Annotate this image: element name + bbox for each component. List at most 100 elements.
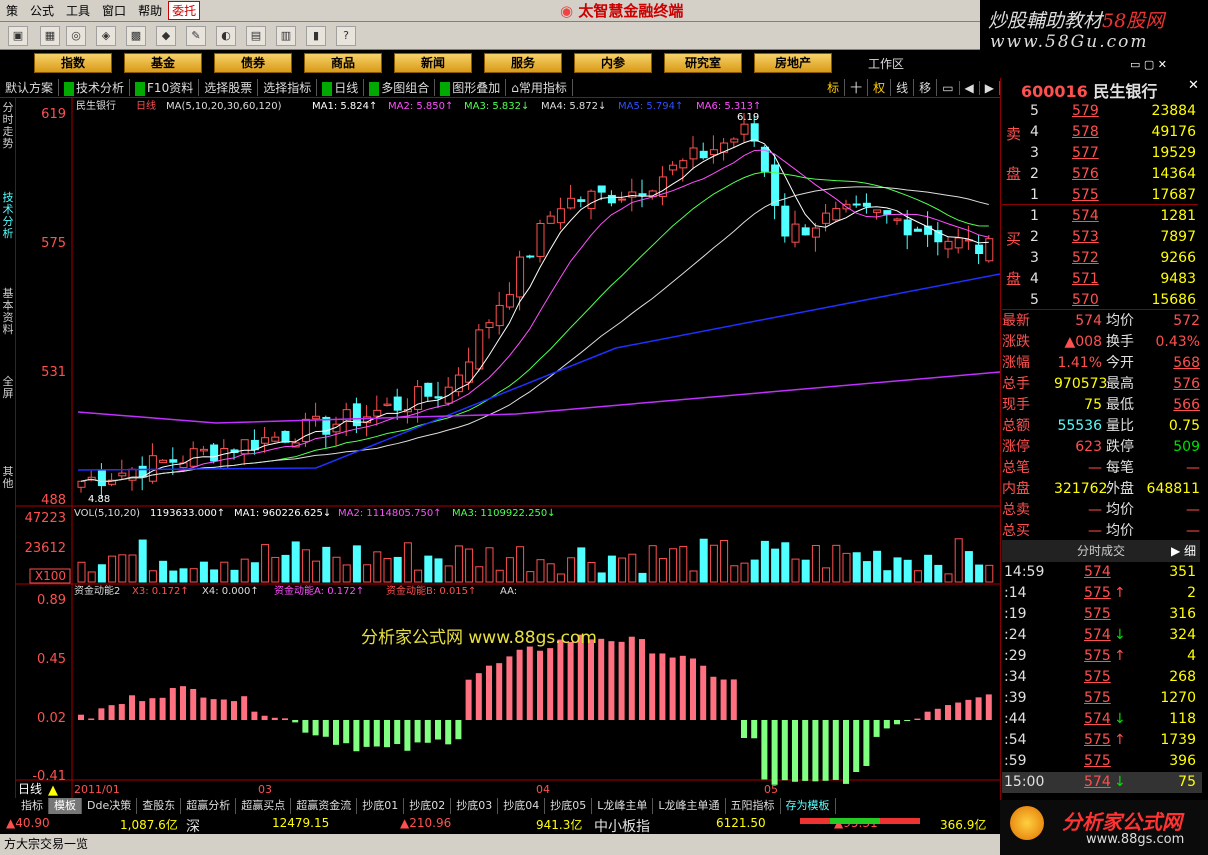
indicator-tab[interactable]: 超赢买点: [236, 798, 292, 814]
volume-bar: [434, 558, 443, 583]
tool-icon-7[interactable]: ✎: [186, 26, 206, 46]
indicator-tab[interactable]: 抄底01: [357, 798, 405, 814]
help-pointer-icon[interactable]: ?: [336, 26, 356, 46]
menu-help[interactable]: 帮助: [132, 2, 168, 19]
indicator-tab[interactable]: L龙峰主单通: [653, 798, 726, 814]
fund-bar: [669, 657, 676, 720]
tab-technical[interactable]: 技术分析: [1, 192, 15, 240]
chart-tab-mark[interactable]: 标: [822, 79, 846, 96]
fund-bar: [771, 720, 778, 785]
tool-icon-2[interactable]: ▦: [40, 26, 60, 46]
candle-body: [791, 223, 800, 243]
window-controls[interactable]: ▭ ▢ ✕: [1130, 58, 1167, 71]
nav-index[interactable]: 指数: [34, 53, 112, 73]
menu-strategy[interactable]: 策: [0, 2, 24, 19]
chart-tab-move[interactable]: 移: [914, 79, 938, 96]
tool-icon-1[interactable]: ▣: [8, 26, 28, 46]
indicator-tab[interactable]: 五阳指标: [726, 798, 781, 814]
volume-bar: [77, 561, 86, 583]
multi-chart-tab[interactable]: 多图组合: [364, 79, 436, 96]
tool-icon-9[interactable]: ▤: [246, 26, 266, 46]
chart-tab-cross[interactable]: 十: [845, 79, 869, 96]
common-indicator-tab[interactable]: ⌂常用指标: [506, 79, 573, 96]
book-row[interactable]: 5 570 15686: [1030, 290, 1198, 311]
volume-bar: [638, 572, 647, 583]
menu-trade[interactable]: 委托: [168, 1, 201, 20]
period-label[interactable]: 日线: [18, 782, 42, 796]
tool-icon-5[interactable]: ▩: [126, 26, 146, 46]
volume-bar: [312, 560, 321, 583]
select-indicator-tab[interactable]: 选择指标: [258, 79, 318, 96]
detail-button[interactable]: ▶ 细: [1171, 540, 1196, 562]
indicator-tab[interactable]: 抄底04: [498, 798, 546, 814]
book-row[interactable]: 3 577 19529: [1030, 143, 1198, 164]
indicator-tab[interactable]: 超赢分析: [181, 798, 237, 814]
binoculars-icon[interactable]: ◎: [66, 26, 86, 46]
ma2-value: MA2: 5.850↑: [388, 101, 453, 112]
x-label-1: 03: [258, 783, 272, 796]
indicator-tab[interactable]: L龙峰主单: [592, 798, 654, 814]
tab-fundamental[interactable]: 基本资料: [1, 288, 15, 336]
menu-window[interactable]: 窗口: [96, 2, 132, 19]
nav-news[interactable]: 新闻: [394, 53, 472, 73]
chart-tab-weight[interactable]: 权: [868, 79, 892, 96]
indicator-tab[interactable]: 模板: [49, 798, 82, 814]
volume-bar: [934, 564, 943, 583]
tool-icon-10[interactable]: ▥: [276, 26, 296, 46]
nav-fund[interactable]: 基金: [124, 53, 202, 73]
minimize-icon[interactable]: ▭: [937, 80, 960, 95]
book-row[interactable]: 5 579 23884: [1030, 101, 1198, 122]
indicator-tab[interactable]: 超赢资金流: [291, 798, 358, 814]
fund-bar: [98, 708, 105, 720]
fund-bar: [241, 696, 248, 720]
forward-icon[interactable]: ▶: [980, 80, 1000, 95]
book-row[interactable]: 1 574 1281: [1030, 206, 1198, 227]
nav-research[interactable]: 研究室: [664, 53, 742, 73]
book-row[interactable]: 4 578 49176: [1030, 122, 1198, 143]
tab-fullscreen[interactable]: 全屏: [1, 376, 15, 400]
tool-icon-4[interactable]: ◈: [96, 26, 116, 46]
book-row[interactable]: 3 572 9266: [1030, 248, 1198, 269]
f10-tab[interactable]: F10资料: [130, 79, 200, 96]
nav-bond[interactable]: 债券: [214, 53, 292, 73]
scheme-select[interactable]: 默认方案: [0, 79, 60, 96]
indicator-tab[interactable]: 查股东: [137, 798, 182, 814]
book-row[interactable]: 1 575 17687: [1030, 185, 1198, 206]
select-stock-tab[interactable]: 选择股票: [199, 79, 259, 96]
nav-commodity[interactable]: 商品: [304, 53, 382, 73]
nav-insider[interactable]: 内参: [574, 53, 652, 73]
indicator-tab[interactable]: 抄底02: [404, 798, 452, 814]
chart-area[interactable]: 民生银行 日线 MA(5,10,20,30,60,120) MA1: 5.824…: [16, 98, 1000, 798]
indicator-tab[interactable]: Dde决策: [82, 798, 138, 814]
tab-other[interactable]: 其他: [1, 466, 15, 490]
volume-bar: [862, 561, 871, 583]
indicator-tab[interactable]: 存为模板: [781, 798, 836, 814]
indicator-tab[interactable]: 指标: [16, 798, 49, 814]
fund-bar: [322, 720, 329, 737]
candle-body: [587, 190, 596, 209]
volume-bar: [281, 554, 290, 583]
tab-intraday[interactable]: 分时走势: [1, 102, 15, 150]
overlay-tab[interactable]: 图形叠加: [435, 79, 507, 96]
menu-tools[interactable]: 工具: [60, 2, 96, 19]
workarea-label[interactable]: 工作区: [868, 55, 904, 72]
tech-analysis-tab[interactable]: 技术分析: [59, 79, 131, 96]
book-row[interactable]: 2 573 7897: [1030, 227, 1198, 248]
nav-service[interactable]: 服务: [484, 53, 562, 73]
tool-icon-8[interactable]: ◐: [216, 26, 236, 46]
tool-icon-11[interactable]: ▮: [306, 26, 326, 46]
back-icon[interactable]: ◀: [960, 80, 980, 95]
menu-formula[interactable]: 公式: [24, 2, 60, 19]
chart-tab-line[interactable]: 线: [891, 79, 915, 96]
fund-bar: [312, 720, 319, 736]
nav-realestate[interactable]: 房地产: [754, 53, 832, 73]
tool-icon-6[interactable]: ◆: [156, 26, 176, 46]
fund-bar: [384, 720, 390, 748]
book-row[interactable]: 2 576 14364: [1030, 164, 1198, 185]
indicator-tab[interactable]: 抄底05: [545, 798, 593, 814]
book-row[interactable]: 4 571 9483: [1030, 269, 1198, 290]
volume-bar: [373, 551, 382, 583]
period-select[interactable]: 日线: [317, 79, 365, 96]
close-icon[interactable]: ✕: [1188, 78, 1208, 96]
indicator-tab[interactable]: 抄底03: [451, 798, 499, 814]
